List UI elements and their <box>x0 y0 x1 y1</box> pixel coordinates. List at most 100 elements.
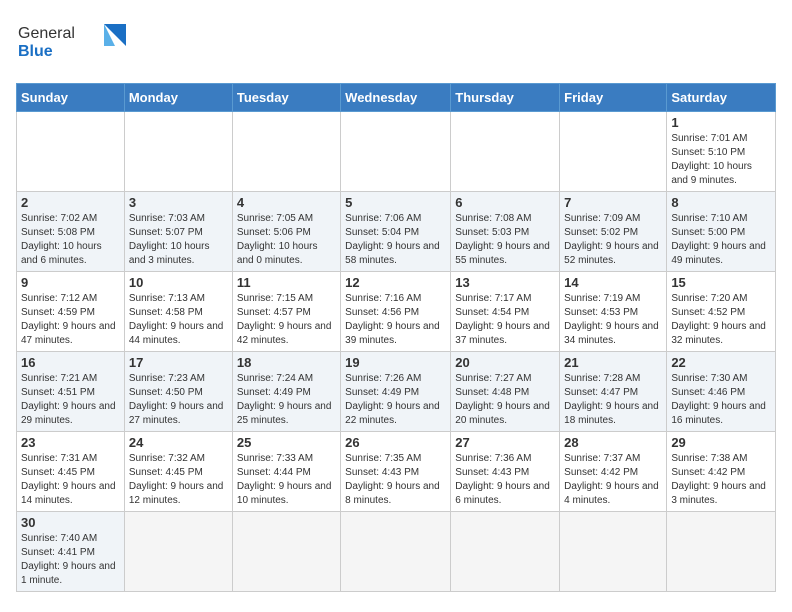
calendar-cell: 5Sunrise: 7:06 AM Sunset: 5:04 PM Daylig… <box>341 192 451 272</box>
calendar-cell: 14 Sunrise: 7:19 AM Sunset: 4:53 PM Dayli… <box>560 272 667 352</box>
day-number: 29 <box>671 435 771 450</box>
logo: General Blue <box>16 16 126 71</box>
svg-text:General: General <box>18 25 75 42</box>
calendar-cell: 15Sunrise: 7:20 AM Sunset: 4:52 PM Dayli… <box>667 272 776 352</box>
day-number: 22 <box>671 355 771 370</box>
calendar-cell <box>17 112 125 192</box>
day-info: Sunrise: 7:38 AM Sunset: 4:42 PM Dayligh… <box>671 452 771 508</box>
weekday-header-saturday: Saturday <box>667 84 776 112</box>
calendar-cell: 1Sunrise: 7:01 AM Sunset: 5:10 PM Daylig… <box>667 112 776 192</box>
week-row-3: 16 Sunrise: 7:21 AM Sunset: 4:51 PM Dayli… <box>17 352 776 432</box>
calendar-cell: 2 Sunrise: 7:02 AM Sunset: 5:08 PM Daylig… <box>17 192 125 272</box>
calendar-cell: 30 Sunrise: 7:40 AM Sunset: 4:41 PM Dayli… <box>17 512 125 592</box>
day-info: Sunrise: 7:19 AM Sunset: 4:53 PM Dayligh… <box>564 292 662 348</box>
calendar-cell <box>560 112 667 192</box>
calendar-cell: 12Sunrise: 7:16 AM Sunset: 4:56 PM Dayli… <box>341 272 451 352</box>
calendar-cell: 6 Sunrise: 7:08 AM Sunset: 5:03 PM Daylig… <box>451 192 560 272</box>
calendar-cell: 7Sunrise: 7:09 AM Sunset: 5:02 PM Daylig… <box>560 192 667 272</box>
day-info: Sunrise: 7:01 AM Sunset: 5:10 PM Dayligh… <box>671 132 771 188</box>
day-info: Sunrise: 7:16 AM Sunset: 4:56 PM Dayligh… <box>345 292 446 348</box>
calendar: SundayMondayTuesdayWednesdayThursdayFrid… <box>16 83 776 592</box>
day-number: 9 <box>21 275 120 290</box>
day-info: Sunrise: 7:06 AM Sunset: 5:04 PM Dayligh… <box>345 212 446 268</box>
day-number: 18 <box>237 355 336 370</box>
calendar-cell: 3 Sunrise: 7:03 AM Sunset: 5:07 PM Daylig… <box>124 192 232 272</box>
day-number: 20 <box>455 355 555 370</box>
day-info: Sunrise: 7:08 AM Sunset: 5:03 PM Dayligh… <box>455 212 555 268</box>
weekday-header-sunday: Sunday <box>17 84 125 112</box>
calendar-cell <box>341 512 451 592</box>
day-info: Sunrise: 7:36 AM Sunset: 4:43 PM Dayligh… <box>455 452 555 508</box>
day-info: Sunrise: 7:23 AM Sunset: 4:50 PM Dayligh… <box>129 372 228 428</box>
day-number: 2 <box>21 195 120 210</box>
calendar-cell: 27 Sunrise: 7:36 AM Sunset: 4:43 PM Dayli… <box>451 432 560 512</box>
week-row-4: 23 Sunrise: 7:31 AM Sunset: 4:45 PM Dayli… <box>17 432 776 512</box>
day-number: 13 <box>455 275 555 290</box>
day-info: Sunrise: 7:33 AM Sunset: 4:44 PM Dayligh… <box>237 452 336 508</box>
day-info: Sunrise: 7:12 AM Sunset: 4:59 PM Dayligh… <box>21 292 120 348</box>
calendar-cell: 10Sunrise: 7:13 AM Sunset: 4:58 PM Dayli… <box>124 272 232 352</box>
calendar-cell: 13Sunrise: 7:17 AM Sunset: 4:54 PM Dayli… <box>451 272 560 352</box>
calendar-cell <box>232 512 340 592</box>
day-number: 4 <box>237 195 336 210</box>
day-info: Sunrise: 7:27 AM Sunset: 4:48 PM Dayligh… <box>455 372 555 428</box>
day-info: Sunrise: 7:02 AM Sunset: 5:08 PM Dayligh… <box>21 212 120 268</box>
day-info: Sunrise: 7:40 AM Sunset: 4:41 PM Dayligh… <box>21 532 120 588</box>
logo-text: General Blue <box>16 16 126 71</box>
calendar-cell: 4 Sunrise: 7:05 AM Sunset: 5:06 PM Daylig… <box>232 192 340 272</box>
week-row-2: 9 Sunrise: 7:12 AM Sunset: 4:59 PM Daylig… <box>17 272 776 352</box>
calendar-cell: 8 Sunrise: 7:10 AM Sunset: 5:00 PM Daylig… <box>667 192 776 272</box>
day-info: Sunrise: 7:30 AM Sunset: 4:46 PM Dayligh… <box>671 372 771 428</box>
day-info: Sunrise: 7:03 AM Sunset: 5:07 PM Dayligh… <box>129 212 228 268</box>
calendar-cell: 21Sunrise: 7:28 AM Sunset: 4:47 PM Dayli… <box>560 352 667 432</box>
calendar-cell: 29 Sunrise: 7:38 AM Sunset: 4:42 PM Dayli… <box>667 432 776 512</box>
calendar-cell <box>124 112 232 192</box>
day-info: Sunrise: 7:13 AM Sunset: 4:58 PM Dayligh… <box>129 292 228 348</box>
calendar-cell <box>124 512 232 592</box>
day-info: Sunrise: 7:26 AM Sunset: 4:49 PM Dayligh… <box>345 372 446 428</box>
svg-text:Blue: Blue <box>18 43 53 60</box>
day-info: Sunrise: 7:05 AM Sunset: 5:06 PM Dayligh… <box>237 212 336 268</box>
calendar-cell: 24 Sunrise: 7:32 AM Sunset: 4:45 PM Dayli… <box>124 432 232 512</box>
day-number: 6 <box>455 195 555 210</box>
weekday-header-thursday: Thursday <box>451 84 560 112</box>
calendar-cell <box>667 512 776 592</box>
day-info: Sunrise: 7:24 AM Sunset: 4:49 PM Dayligh… <box>237 372 336 428</box>
day-info: Sunrise: 7:09 AM Sunset: 5:02 PM Dayligh… <box>564 212 662 268</box>
calendar-cell: 26 Sunrise: 7:35 AM Sunset: 4:43 PM Dayli… <box>341 432 451 512</box>
day-info: Sunrise: 7:10 AM Sunset: 5:00 PM Dayligh… <box>671 212 771 268</box>
day-number: 24 <box>129 435 228 450</box>
calendar-cell: 25Sunrise: 7:33 AM Sunset: 4:44 PM Dayli… <box>232 432 340 512</box>
calendar-cell: 16 Sunrise: 7:21 AM Sunset: 4:51 PM Dayli… <box>17 352 125 432</box>
week-row-5: 30 Sunrise: 7:40 AM Sunset: 4:41 PM Dayli… <box>17 512 776 592</box>
day-number: 17 <box>129 355 228 370</box>
day-info: Sunrise: 7:21 AM Sunset: 4:51 PM Dayligh… <box>21 372 120 428</box>
day-info: Sunrise: 7:35 AM Sunset: 4:43 PM Dayligh… <box>345 452 446 508</box>
day-info: Sunrise: 7:32 AM Sunset: 4:45 PM Dayligh… <box>129 452 228 508</box>
day-number: 11 <box>237 275 336 290</box>
header: General Blue <box>16 16 776 71</box>
day-info: Sunrise: 7:31 AM Sunset: 4:45 PM Dayligh… <box>21 452 120 508</box>
day-number: 16 <box>21 355 120 370</box>
day-number: 30 <box>21 515 120 530</box>
calendar-cell: 11Sunrise: 7:15 AM Sunset: 4:57 PM Dayli… <box>232 272 340 352</box>
day-number: 8 <box>671 195 771 210</box>
calendar-cell: 17 Sunrise: 7:23 AM Sunset: 4:50 PM Dayli… <box>124 352 232 432</box>
calendar-cell: 18 Sunrise: 7:24 AM Sunset: 4:49 PM Dayli… <box>232 352 340 432</box>
calendar-cell: 23 Sunrise: 7:31 AM Sunset: 4:45 PM Dayli… <box>17 432 125 512</box>
day-number: 14 <box>564 275 662 290</box>
day-number: 28 <box>564 435 662 450</box>
weekday-header-friday: Friday <box>560 84 667 112</box>
day-number: 27 <box>455 435 555 450</box>
week-row-1: 2 Sunrise: 7:02 AM Sunset: 5:08 PM Daylig… <box>17 192 776 272</box>
calendar-cell: 28Sunrise: 7:37 AM Sunset: 4:42 PM Dayli… <box>560 432 667 512</box>
day-number: 3 <box>129 195 228 210</box>
calendar-cell: 19Sunrise: 7:26 AM Sunset: 4:49 PM Dayli… <box>341 352 451 432</box>
day-number: 23 <box>21 435 120 450</box>
weekday-header-tuesday: Tuesday <box>232 84 340 112</box>
calendar-cell <box>451 512 560 592</box>
day-number: 26 <box>345 435 446 450</box>
weekday-header-wednesday: Wednesday <box>341 84 451 112</box>
calendar-cell <box>341 112 451 192</box>
calendar-cell <box>560 512 667 592</box>
